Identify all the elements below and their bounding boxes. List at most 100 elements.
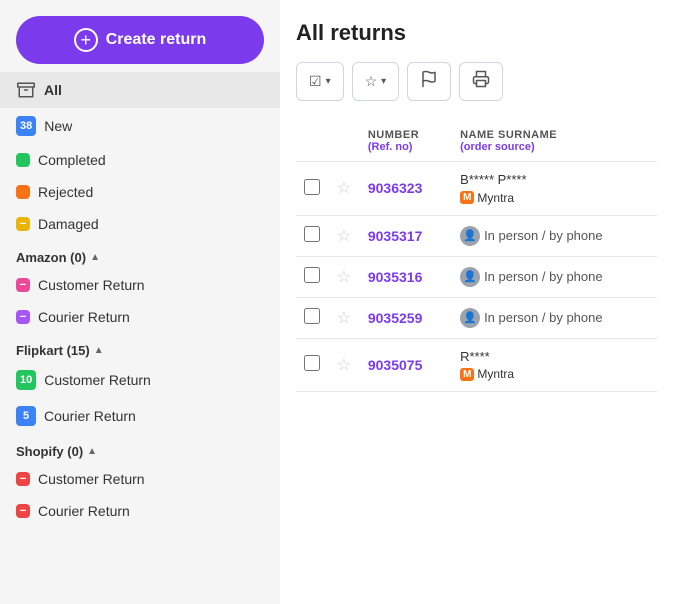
returns-table-wrapper: NUMBER (Ref. no) NAME SURNAME (order sou…: [296, 121, 657, 604]
row-in-person: 👤 In person / by phone: [460, 226, 649, 246]
amazon-customer-label: Customer Return: [38, 277, 145, 293]
row-star-button[interactable]: ☆: [337, 178, 351, 198]
sidebar-damaged-label: Damaged: [38, 216, 99, 232]
chevron-up-icon: ▲: [90, 252, 100, 263]
myntra-badge-icon: M: [460, 368, 474, 381]
table-row: ☆ 9036323 B***** P**** MMyntra: [296, 162, 657, 216]
section-header-flipkart[interactable]: Flipkart (15) ▲: [0, 333, 280, 362]
row-customer-name: B***** P****: [460, 172, 649, 187]
shopify-courier-badge: −: [16, 504, 30, 518]
section-amazon-label: Amazon (0): [16, 250, 86, 265]
sidebar-item-flipkart-customer[interactable]: 10 Customer Return: [0, 362, 280, 398]
flipkart-customer-label: Customer Return: [44, 372, 151, 388]
flipkart-courier-label: Courier Return: [44, 408, 136, 424]
sidebar-item-damaged[interactable]: − Damaged: [0, 208, 280, 240]
checkbox-icon: ☑: [309, 73, 322, 90]
person-icon: 👤: [460, 226, 480, 246]
row-checkbox[interactable]: [304, 179, 320, 195]
row-number[interactable]: 9035259: [368, 310, 423, 326]
section-flipkart-label: Flipkart (15): [16, 343, 90, 358]
row-star-button[interactable]: ☆: [337, 226, 351, 246]
row-number[interactable]: 9035075: [368, 357, 423, 373]
section-header-shopify[interactable]: Shopify (0) ▲: [0, 434, 280, 463]
section-shopify-label: Shopify (0): [16, 444, 83, 459]
row-source-badge: MMyntra: [460, 191, 514, 205]
section-header-amazon[interactable]: Amazon (0) ▲: [0, 240, 280, 269]
shopify-courier-label: Courier Return: [38, 503, 130, 519]
sidebar-all-label: All: [44, 82, 62, 98]
col-header-number: NUMBER (Ref. no): [360, 121, 452, 162]
table-row: ☆ 9035259 👤In person / by phone: [296, 297, 657, 338]
table-row: ☆ 9035075 R**** MMyntra: [296, 338, 657, 392]
table-body: ☆9036323B***** P****MMyntra☆9035317👤In p…: [296, 162, 657, 392]
row-checkbox[interactable]: [304, 226, 320, 242]
row-source-text: In person / by phone: [484, 269, 603, 284]
row-customer-name: R****: [460, 349, 649, 364]
row-star-button[interactable]: ☆: [337, 355, 351, 375]
main-content: All returns ☑ ▾ ☆ ▾: [280, 0, 673, 604]
plus-icon: +: [74, 28, 98, 52]
row-star-button[interactable]: ☆: [337, 267, 351, 287]
sidebar-item-all[interactable]: All: [0, 72, 280, 108]
new-badge: 38: [16, 116, 36, 136]
row-number[interactable]: 9036323: [368, 180, 423, 196]
print-button[interactable]: [459, 62, 503, 101]
row-star-button[interactable]: ☆: [337, 308, 351, 328]
completed-badge: [16, 153, 30, 167]
amazon-courier-label: Courier Return: [38, 309, 130, 325]
row-source-text: In person / by phone: [484, 228, 603, 243]
flag-button[interactable]: [407, 62, 451, 101]
sidebar-item-new[interactable]: 38 New: [0, 108, 280, 144]
row-number[interactable]: 9035316: [368, 269, 423, 285]
star-chevron-icon: ▾: [381, 76, 386, 87]
rejected-badge: [16, 185, 30, 199]
sidebar-item-amazon-customer[interactable]: − Customer Return: [0, 269, 280, 301]
toolbar: ☑ ▾ ☆ ▾: [296, 62, 657, 101]
sidebar-completed-label: Completed: [38, 152, 106, 168]
row-checkbox[interactable]: [304, 267, 320, 283]
row-source-text: Myntra: [477, 367, 514, 381]
col-header-star: [329, 121, 360, 162]
amazon-courier-badge: −: [16, 310, 30, 324]
row-in-person: 👤 In person / by phone: [460, 267, 649, 287]
row-in-person: 👤In person / by phone: [460, 308, 649, 328]
checkbox-chevron-icon: ▾: [326, 76, 331, 87]
col-header-name: NAME SURNAME (order source): [452, 121, 657, 162]
amazon-customer-badge: −: [16, 278, 30, 292]
person-icon: 👤: [460, 308, 480, 328]
row-checkbox[interactable]: [304, 355, 320, 371]
chevron-up-icon-flipkart: ▲: [94, 345, 104, 356]
sidebar: + Create return All 38 New Completed Rej…: [0, 0, 280, 604]
sidebar-item-shopify-customer[interactable]: − Customer Return: [0, 463, 280, 495]
sidebar-item-amazon-courier[interactable]: − Courier Return: [0, 301, 280, 333]
damaged-badge: −: [16, 217, 30, 231]
row-checkbox[interactable]: [304, 308, 320, 324]
flag-icon: [420, 70, 438, 93]
flipkart-courier-badge: 5: [16, 406, 36, 426]
page-title: All returns: [296, 20, 657, 46]
create-return-label: Create return: [106, 31, 206, 49]
create-return-button[interactable]: + Create return: [16, 16, 264, 64]
person-icon: 👤: [460, 267, 480, 287]
table-row: ☆ 9035317 👤 In person / by phone: [296, 215, 657, 256]
sidebar-new-label: New: [44, 118, 72, 134]
row-source-text: Myntra: [477, 191, 514, 205]
sidebar-item-completed[interactable]: Completed: [0, 144, 280, 176]
shopify-customer-badge: −: [16, 472, 30, 486]
sidebar-item-shopify-courier[interactable]: − Courier Return: [0, 495, 280, 527]
myntra-badge-icon: M: [460, 191, 474, 204]
table-row: ☆ 9035316 👤 In person / by phone: [296, 256, 657, 297]
checkbox-dropdown-button[interactable]: ☑ ▾: [296, 62, 344, 101]
inbox-icon: [16, 80, 36, 100]
chevron-up-icon-shopify: ▲: [87, 446, 97, 457]
row-source-badge: MMyntra: [460, 367, 514, 381]
star-dropdown-button[interactable]: ☆ ▾: [352, 62, 400, 101]
sidebar-item-flipkart-courier[interactable]: 5 Courier Return: [0, 398, 280, 434]
star-icon: ☆: [365, 73, 378, 90]
flipkart-customer-badge: 10: [16, 370, 36, 390]
shopify-customer-label: Customer Return: [38, 471, 145, 487]
row-number[interactable]: 9035317: [368, 228, 423, 244]
print-icon: [472, 70, 490, 93]
col-header-check: [296, 121, 329, 162]
sidebar-item-rejected[interactable]: Rejected: [0, 176, 280, 208]
